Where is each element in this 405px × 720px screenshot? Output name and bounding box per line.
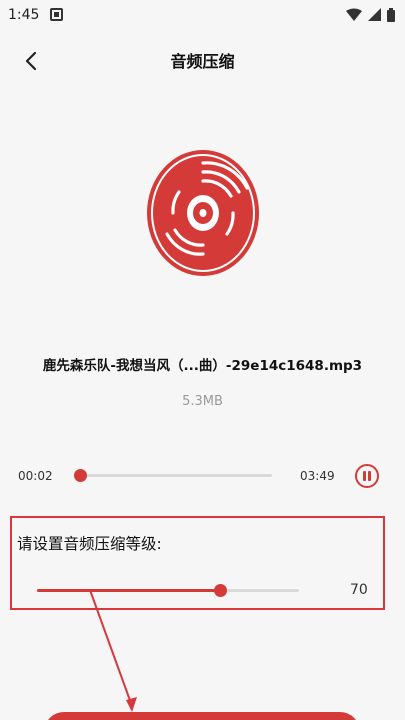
pause-icon-bar [368,471,371,481]
compression-level-value: 70 [350,582,368,598]
header: 音频压缩 [0,30,405,90]
notification-icon [50,8,63,21]
file-size: 5.3MB [182,394,223,409]
wifi-icon [346,8,362,21]
page-title: 音频压缩 [170,52,235,71]
playback-progress-thumb[interactable] [73,469,87,482]
battery-icon [387,8,395,22]
audio-player: 00:02 03:49 [0,458,405,494]
pause-button[interactable] [355,464,379,488]
file-name: 鹿先森乐队-我想当风（...曲）-29e14c1648.mp3 [42,358,363,374]
status-time: 1:45 [8,7,40,23]
compression-setting-box: 请设置音频压缩等级: 70 [10,516,385,610]
status-bar: 1:45 [0,0,405,30]
compression-level-thumb[interactable] [214,584,228,597]
compression-level-label: 请设置音频压缩等级: [17,535,162,553]
compress-action-button[interactable] [44,712,360,720]
current-time: 00:02 [18,469,53,483]
compression-level-fill [37,589,221,592]
playback-progress-slider[interactable] [73,469,272,482]
status-icons [346,7,395,23]
total-time: 03:49 [300,469,335,483]
pause-icon [363,471,366,481]
compression-level-slider[interactable] [37,584,299,597]
vinyl-disc-icon [147,150,259,276]
signal-icon [368,8,381,21]
